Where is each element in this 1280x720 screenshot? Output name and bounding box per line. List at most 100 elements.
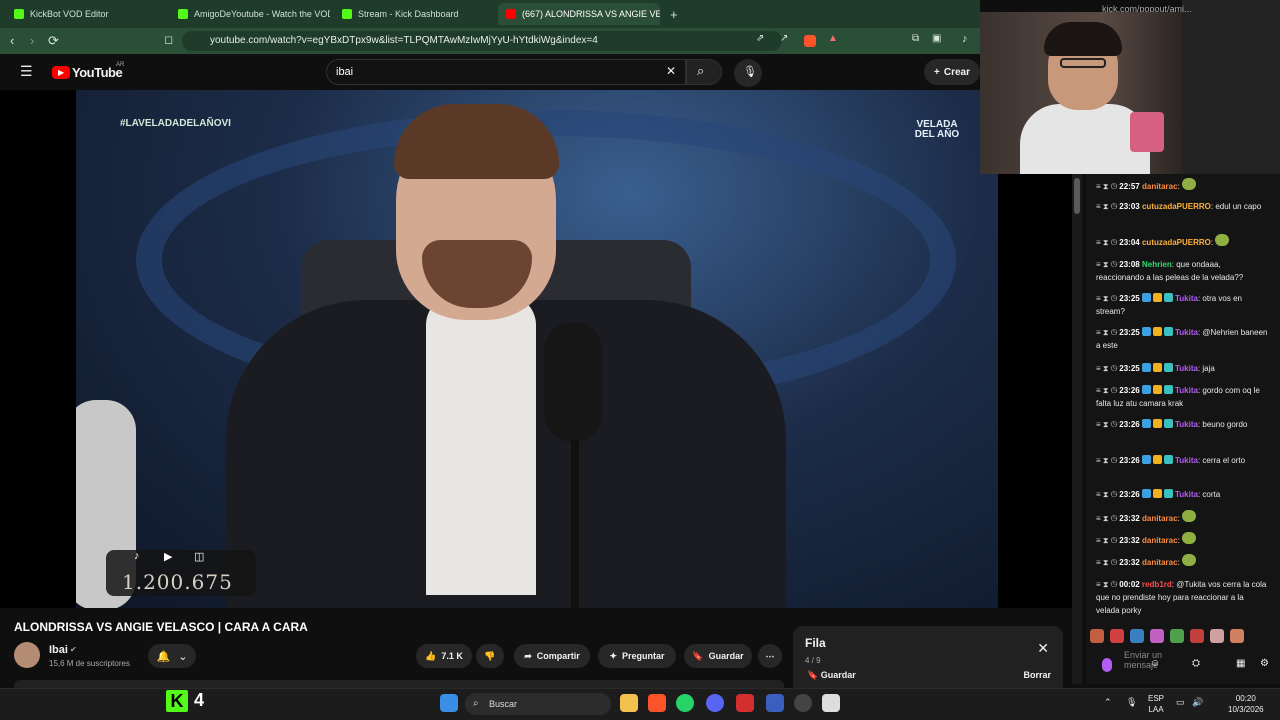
discord-icon[interactable] [706, 694, 724, 712]
gear-icon[interactable]: ⚙ [1260, 658, 1269, 669]
language-indicator[interactable]: ESP LAA [1148, 693, 1164, 715]
emote-icon[interactable] [1110, 629, 1124, 643]
like-icon: 👍 [425, 650, 437, 661]
chat-username[interactable]: Tukita [1175, 386, 1198, 395]
chat-username[interactable]: cutuzadaPUERRO [1142, 238, 1211, 247]
mic-icon[interactable]: 🎙 [1126, 697, 1137, 708]
share-page-icon[interactable]: ↗ [780, 33, 788, 44]
save-button[interactable]: 🔖 Guardar [684, 644, 752, 668]
youtube-logo-text[interactable]: YouTube [72, 65, 123, 80]
chat-username[interactable]: danitarac [1142, 514, 1178, 523]
clock[interactable]: 00:20 10/3/2026 [1228, 693, 1264, 715]
share-icon[interactable]: ⇗ [756, 33, 764, 44]
search-box[interactable] [326, 59, 686, 85]
emote-icon[interactable] [1130, 629, 1144, 643]
more-actions-button[interactable]: ⋯ [758, 644, 782, 668]
host-hair [394, 104, 559, 179]
store-icon[interactable]: ▦ [1236, 658, 1245, 669]
new-tab-button[interactable]: + [662, 3, 682, 25]
chat-username[interactable]: Tukita [1175, 328, 1198, 337]
search-input[interactable]: ibai [336, 66, 353, 78]
chat-username[interactable]: danitarac [1142, 558, 1178, 567]
back-icon[interactable]: ‹ [10, 33, 14, 48]
share-button[interactable]: ➦ Compartir [514, 644, 590, 668]
music-icon[interactable]: ♪ [962, 33, 968, 45]
chat-username[interactable]: Tukita [1175, 456, 1198, 465]
taskbar-search[interactable]: ⌕ Buscar [465, 693, 611, 715]
playlist-clear-button[interactable]: Borrar [1023, 670, 1051, 680]
emote-icon[interactable] [1090, 629, 1104, 643]
chat-message: ≡ ⧗ ◷ 23:26 Tukita: corta [1096, 489, 1221, 499]
video-hashtag: #LAVELADADELAÑOVI [120, 118, 231, 129]
chat-username[interactable]: Nehrien [1142, 260, 1172, 269]
capcut-icon[interactable] [822, 694, 840, 712]
clear-search-icon[interactable]: ✕ [666, 64, 676, 78]
chat-message: ≡ ⧗ ◷ 23:25 Tukita: @Nehrien baneen a es… [1096, 327, 1268, 350]
sub-badge-icon [1152, 293, 1162, 302]
url-field[interactable]: youtube.com/watch?v=egYBxDTpx9w&list=TLP… [210, 32, 810, 50]
kick-logo-icon: K [166, 690, 188, 712]
tab-youtube[interactable]: (667) ALONDRISSA VS ANGIE VE ✕ [498, 3, 660, 25]
whatsapp-icon[interactable] [676, 694, 694, 712]
playlist-save-button[interactable]: 🔖 Guardar [807, 670, 856, 681]
menu-icon[interactable]: ☰ [20, 63, 33, 80]
chat-username[interactable]: Tukita [1175, 364, 1198, 373]
channel-name[interactable]: Ibai [49, 644, 68, 656]
tab-dashboard[interactable]: Stream - Kick Dashboard [334, 3, 494, 25]
voice-search-button[interactable]: 🎙 [734, 59, 762, 87]
chat-username[interactable]: Tukita [1175, 294, 1198, 303]
notifications-button[interactable]: 🔔 ⌄ [148, 644, 196, 668]
description-box[interactable] [14, 680, 784, 688]
voicemeeter-icon[interactable] [736, 694, 754, 712]
network-icon[interactable]: ▭ [1176, 697, 1185, 708]
emote-icon[interactable] [1150, 629, 1164, 643]
emoji-icon[interactable]: ☺ [1150, 658, 1160, 669]
like-button[interactable]: 👍 7.1 K [416, 644, 472, 668]
playlist-position: 4 / 9 [805, 656, 821, 665]
emote-row[interactable] [1090, 627, 1270, 645]
avatar[interactable] [14, 642, 40, 668]
mic-icon[interactable] [1102, 658, 1112, 672]
chevron-up-icon[interactable]: ⌃ [1104, 697, 1112, 708]
emote-icon[interactable] [1170, 629, 1184, 643]
settings-icon[interactable]: ⛭ [1192, 658, 1200, 669]
extensions-icon[interactable]: ⧉ [912, 33, 919, 44]
obs-icon[interactable] [794, 694, 812, 712]
app-icon[interactable] [766, 694, 784, 712]
chat-message: ≡ ⧗ ◷ 23:26 Tukita: gordo com oq le falt… [1096, 385, 1260, 408]
create-button[interactable]: + Crear [924, 59, 980, 85]
close-icon[interactable]: ✕ [1037, 640, 1049, 657]
video-frame[interactable]: #LAVELADADELAÑOVI VELADA DEL AÑO ♪ ▶ ◫ 1… [76, 90, 998, 608]
tiktok-icon: ♪ [134, 550, 140, 562]
emote-icon[interactable] [1230, 629, 1244, 643]
video-player[interactable]: #LAVELADADELAÑOVI VELADA DEL AÑO ♪ ▶ ◫ 1… [0, 90, 1072, 608]
brave-icon[interactable] [648, 694, 666, 712]
dislike-button[interactable]: 👎 [476, 644, 504, 668]
chat-username[interactable]: danitarac [1142, 182, 1178, 191]
chat-scroll-thumb[interactable] [1074, 178, 1080, 214]
chat-username[interactable]: Tukita [1175, 490, 1198, 499]
chat-username[interactable]: danitarac [1142, 536, 1178, 545]
ask-button[interactable]: ✦ Preguntar [598, 644, 676, 668]
tab-amigo[interactable]: AmigoDeYoutube - Watch the VOD o [170, 3, 330, 25]
folder-icon[interactable] [620, 694, 638, 712]
reload-icon[interactable]: ⟳ [48, 33, 59, 49]
emote-icon[interactable] [1210, 629, 1224, 643]
bookmark-icon[interactable]: ◻ [164, 33, 173, 46]
volume-icon[interactable]: 🔊 [1192, 697, 1203, 708]
forward-icon[interactable]: › [30, 33, 34, 48]
search-button[interactable]: ⌕ [686, 59, 722, 85]
brave-shield-icon[interactable] [804, 35, 816, 47]
chat-scrollbar[interactable] [1072, 174, 1082, 684]
tab-kickbot[interactable]: KickBot VOD Editor [6, 3, 166, 25]
sidebar-icon[interactable]: ▣ [932, 33, 941, 44]
kick-icon [342, 9, 352, 19]
video-title: ALONDRISSA VS ANGIE VELASCO | CARA A CAR… [14, 620, 308, 634]
chat-username[interactable]: redb1rd [1142, 580, 1172, 589]
rewards-icon[interactable]: ▲ [828, 33, 838, 44]
chat-username[interactable]: cutuzadaPUERRO [1142, 202, 1211, 211]
sub-badge-icon [1163, 385, 1173, 394]
chat-username[interactable]: Tukita [1175, 420, 1198, 429]
windows-start-icon[interactable] [440, 694, 458, 712]
emote-icon[interactable] [1190, 629, 1204, 643]
